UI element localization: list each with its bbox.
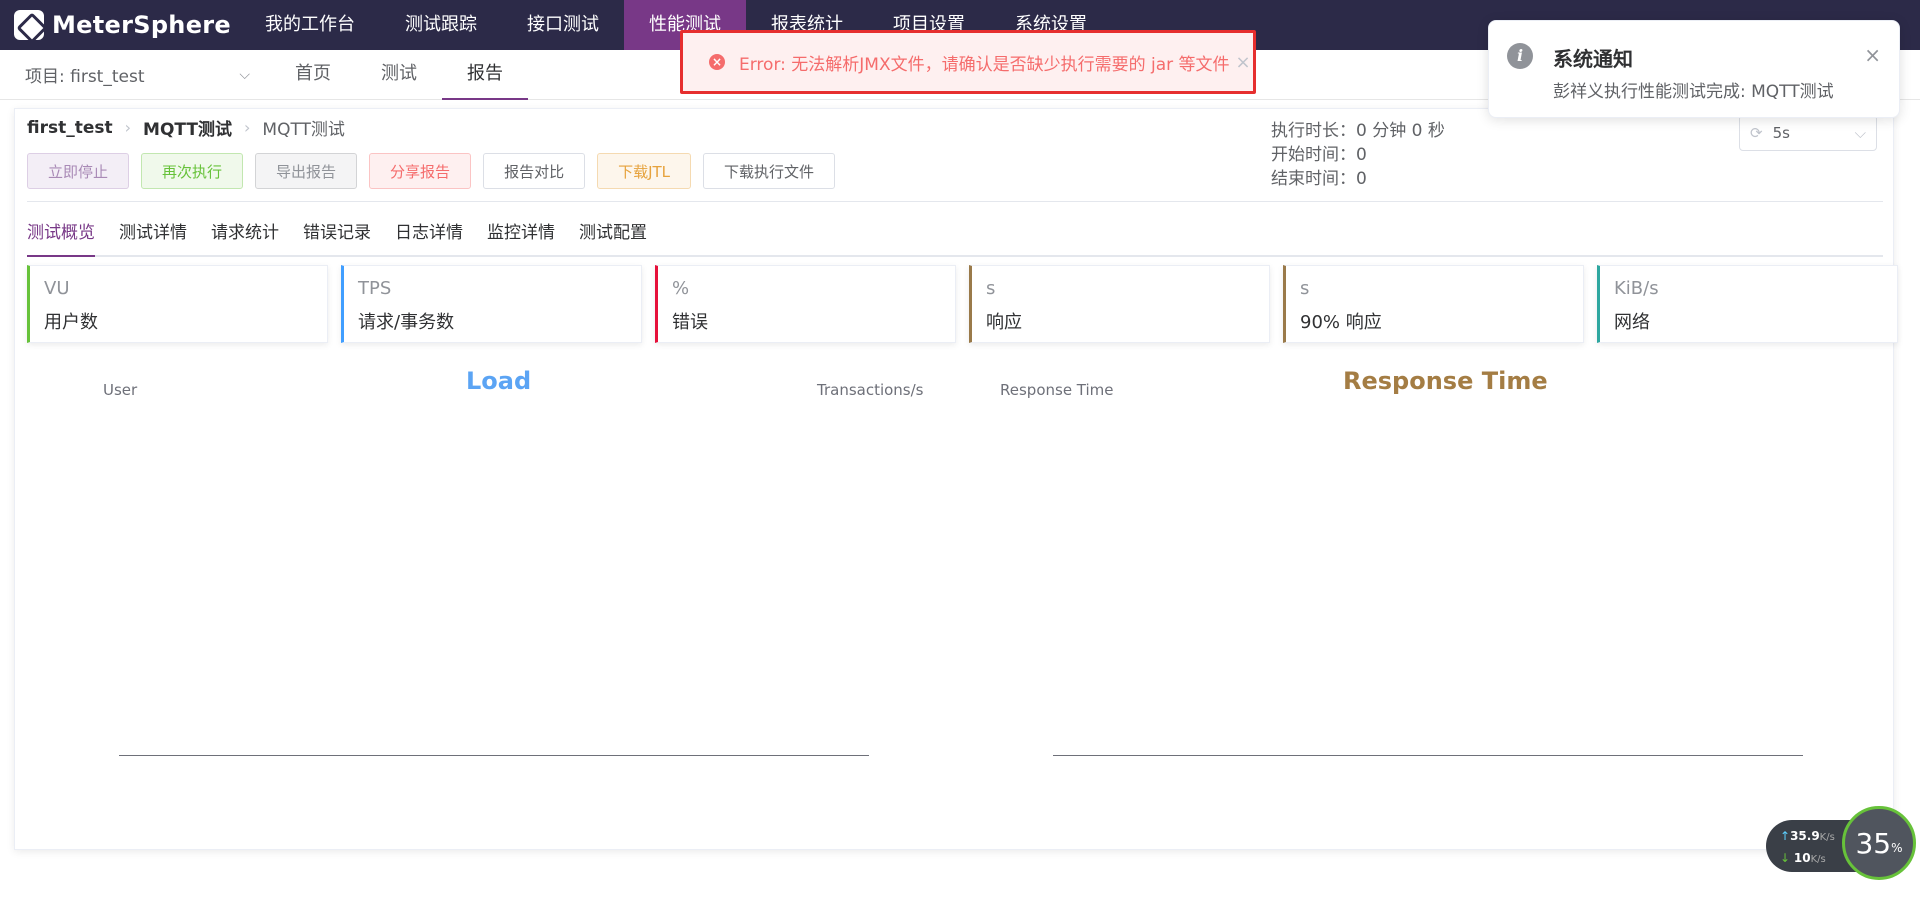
metric-unit: VU [44,278,70,299]
refresh-interval-value: 5s [1772,124,1790,142]
notification-title: 系统通知 [1553,47,1633,71]
metric-unit: s [1300,278,1310,299]
metric-label: 响应 [986,312,1022,333]
tab-monitor-details[interactable]: 监控详情 [487,211,555,257]
download-jtl-button[interactable]: 下载JTL [597,153,692,189]
tab-report[interactable]: 报告 [442,50,528,100]
cpu-usage-value: 35 [1855,826,1892,860]
notification-body: 彭祥义执行性能测试完成: MQTT测试 [1553,82,1834,102]
close-icon[interactable]: × [1236,52,1251,73]
metric-label: 90% 响应 [1300,312,1382,333]
app-name: MeterSphere [52,11,231,39]
close-icon[interactable]: × [1864,43,1881,67]
breadcrumb: first_test › MQTT测试 › MQTT测试 [27,115,345,141]
project-select[interactable]: 项目: first_test ⌵ [0,62,270,88]
metric-unit: KiB/s [1614,278,1659,299]
rerun-button[interactable]: 再次执行 [141,153,244,189]
chevron-down-icon: ⌵ [239,66,250,83]
nav-api-test[interactable]: 接口测试 [502,0,624,50]
project-select-label: 项目: first_test [25,67,145,87]
load-chart-title: Load [466,367,532,395]
exec-end-time: 结束时间：0 [1271,169,1367,189]
report-tabs: 测试概览 测试详情 请求统计 错误记录 日志详情 监控详情 测试配置 [27,211,1883,257]
tab-details[interactable]: 测试详情 [119,211,187,257]
response-chart-y-left-label: Response Time [1000,381,1114,399]
nav-test-tracking[interactable]: 测试跟踪 [380,0,502,50]
metric-card-network: KiB/s 网络 [1597,265,1898,343]
tab-error-log[interactable]: 错误记录 [303,211,371,257]
arrow-up-icon: ↑ [1780,829,1791,843]
metric-unit: % [672,278,690,299]
nav-workbench[interactable]: 我的工作台 [240,0,380,50]
stop-button[interactable]: 立即停止 [27,153,130,189]
tab-test-config[interactable]: 测试配置 [579,211,647,257]
tab-overview[interactable]: 测试概览 [27,211,95,257]
metric-unit: TPS [358,278,392,299]
tab-test[interactable]: 测试 [356,50,442,100]
cpu-usage-unit: % [1891,841,1903,855]
metric-label: 用户数 [44,312,98,333]
metric-card-users: VU 用户数 [27,265,328,343]
breadcrumb-project[interactable]: first_test [27,118,113,138]
download-files-button[interactable]: 下载执行文件 [703,153,836,189]
chevron-right-icon: › [124,118,132,137]
execution-info: 执行时长：0 分钟 0 秒 开始时间：0 结束时间：0 [1271,119,1445,191]
info-icon: i [1507,43,1533,69]
load-chart-x-axis [119,755,869,756]
load-chart-y-left-label: User [103,381,138,399]
chevron-down-icon: ⌵ [1854,124,1866,142]
upload-speed: 35.9 [1790,829,1820,843]
export-report-button[interactable]: 导出报告 [255,153,358,189]
exec-duration: 执行时长：0 分钟 0 秒 [1271,121,1445,141]
compare-report-button[interactable]: 报告对比 [483,153,586,189]
metric-card-response: s 响应 [969,265,1270,343]
error-message-text: Error: 无法解析JMX文件，请确认是否缺少执行需要的 jar 等文件 [739,54,1230,75]
refresh-icon: ⟳ [1750,124,1763,142]
metric-label: 网络 [1614,312,1650,333]
system-notification: i 系统通知 彭祥义执行性能测试完成: MQTT测试 × [1488,20,1900,118]
metric-label: 错误 [672,312,708,333]
metric-card-tps: TPS 请求/事务数 [341,265,642,343]
response-chart-x-axis [1053,755,1803,756]
metric-cards: VU 用户数 TPS 请求/事务数 % 错误 s 响应 s 90% 响应 KiB… [27,265,1898,343]
arrow-down-icon: ↓ [1780,851,1791,865]
tab-home[interactable]: 首页 [270,50,356,100]
error-icon: × [709,54,725,70]
error-message: × Error: 无法解析JMX文件，请确认是否缺少执行需要的 jar 等文件 … [680,30,1256,94]
exec-start-time: 开始时间：0 [1271,145,1367,165]
download-speed-unit: K/s [1810,854,1826,865]
share-report-button[interactable]: 分享报告 [369,153,472,189]
metric-card-errors: % 错误 [655,265,956,343]
refresh-interval-select[interactable]: ⟳ 5s ⌵ [1739,115,1877,151]
cpu-usage-gauge[interactable]: 35% [1842,806,1916,880]
metric-label: 请求/事务数 [358,312,455,333]
metric-unit: s [986,278,996,299]
report-card: first_test › MQTT测试 › MQTT测试 立即停止 再次执行 导… [14,108,1898,850]
load-chart-y-right-label: Transactions/s [817,381,924,399]
app-logo[interactable]: MeterSphere [0,0,240,50]
action-buttons: 立即停止 再次执行 导出报告 分享报告 报告对比 下载JTL 下载执行文件 [27,153,836,189]
upload-speed-unit: K/s [1819,832,1835,843]
metric-card-p90-response: s 90% 响应 [1283,265,1584,343]
breadcrumb-report: MQTT测试 [262,120,345,140]
breadcrumb-test[interactable]: MQTT测试 [143,115,232,140]
divider [27,201,1883,202]
response-chart-title: Response Time [1343,367,1548,395]
tab-request-stats[interactable]: 请求统计 [211,211,279,257]
download-speed: 10 [1793,851,1811,865]
chevron-right-icon: › [244,118,251,137]
metersphere-logo-icon [14,10,44,40]
tab-log-details[interactable]: 日志详情 [395,211,463,257]
